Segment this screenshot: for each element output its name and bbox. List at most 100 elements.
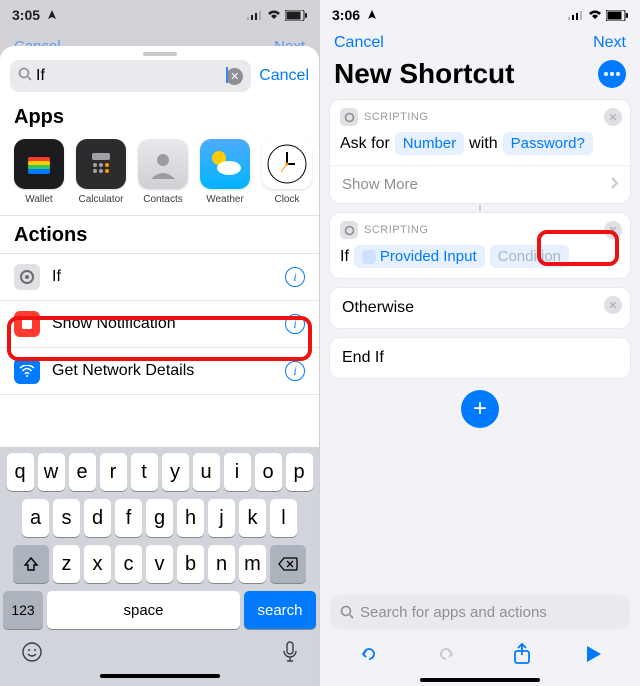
- action-card-endif[interactable]: End If: [330, 338, 630, 378]
- key-m[interactable]: m: [239, 545, 266, 583]
- info-icon[interactable]: i: [285, 314, 305, 334]
- home-indicator[interactable]: [420, 678, 540, 682]
- key-j[interactable]: j: [208, 499, 235, 537]
- search-field[interactable]: Search for apps and actions: [330, 595, 630, 629]
- emoji-key[interactable]: [21, 641, 43, 668]
- numbers-key[interactable]: 123: [3, 591, 43, 629]
- key-s[interactable]: s: [53, 499, 80, 537]
- key-n[interactable]: n: [208, 545, 235, 583]
- token-number[interactable]: Number: [395, 132, 464, 155]
- shift-key[interactable]: [13, 545, 49, 583]
- notification-icon: [14, 311, 40, 337]
- keyboard-row-4: 123 space search: [3, 591, 316, 629]
- action-card-if[interactable]: ✕ SCRIPTING If Provided Input Condition: [330, 213, 630, 278]
- action-card-ask[interactable]: ✕ SCRIPTING Ask for Number with Password…: [330, 100, 630, 203]
- contacts-icon: [138, 139, 188, 189]
- key-b[interactable]: b: [177, 545, 204, 583]
- key-d[interactable]: d: [84, 499, 111, 537]
- sheet-handle[interactable]: [143, 52, 177, 56]
- token-password[interactable]: Password?: [503, 132, 593, 155]
- apps-row: Wallet Calculator Contacts Weather: [0, 135, 319, 215]
- key-g[interactable]: g: [146, 499, 173, 537]
- share-button[interactable]: [513, 643, 531, 670]
- search-key[interactable]: search: [244, 591, 316, 629]
- info-icon[interactable]: i: [285, 267, 305, 287]
- key-r[interactable]: r: [100, 453, 127, 491]
- gear-icon: [340, 221, 358, 239]
- close-icon[interactable]: ✕: [604, 296, 622, 314]
- keyboard-row-3: z x c v b n m: [3, 545, 316, 583]
- key-u[interactable]: u: [193, 453, 220, 491]
- app-weather[interactable]: Weather: [200, 139, 250, 205]
- key-i[interactable]: i: [224, 453, 251, 491]
- nav-bar: Cancel Next: [320, 30, 640, 58]
- key-a[interactable]: a: [22, 499, 49, 537]
- status-bar: 3:06: [320, 0, 640, 30]
- signal-icon: [568, 10, 584, 20]
- cancel-button[interactable]: Cancel: [259, 67, 309, 85]
- action-show-notification[interactable]: Show Notification i: [0, 301, 319, 348]
- right-screenshot: 3:06 Cancel Next New Shortcut ✕ SCRIPTIN…: [320, 0, 640, 686]
- key-c[interactable]: c: [115, 545, 142, 583]
- status-time: 3:06: [332, 7, 377, 23]
- key-h[interactable]: h: [177, 499, 204, 537]
- next-button[interactable]: Next: [593, 34, 626, 52]
- search-icon: [18, 67, 32, 86]
- key-t[interactable]: t: [131, 453, 158, 491]
- chevron-right-icon: [610, 176, 618, 193]
- more-button[interactable]: [598, 60, 626, 88]
- key-v[interactable]: v: [146, 545, 173, 583]
- cancel-button[interactable]: Cancel: [334, 34, 384, 52]
- keyboard-footer: [3, 637, 316, 668]
- keyboard-row-2: a s d f g h j k l: [3, 499, 316, 537]
- app-wallet[interactable]: Wallet: [14, 139, 64, 205]
- key-w[interactable]: w: [38, 453, 65, 491]
- home-indicator[interactable]: [100, 674, 220, 678]
- add-action-button[interactable]: +: [461, 390, 499, 428]
- apps-heading: Apps: [0, 100, 319, 135]
- action-if[interactable]: If i: [0, 254, 319, 301]
- clock-icon: [262, 139, 312, 189]
- key-k[interactable]: k: [239, 499, 266, 537]
- search-sheet: If ✕ Cancel Apps Wallet Calculator: [0, 46, 319, 686]
- actions-heading: Actions: [0, 215, 319, 253]
- wallet-icon: [14, 139, 64, 189]
- app-contacts[interactable]: Contacts: [138, 139, 188, 205]
- show-more[interactable]: Show More: [330, 165, 630, 203]
- workflow: ✕ SCRIPTING Ask for Number with Password…: [320, 100, 640, 428]
- weather-icon: [200, 139, 250, 189]
- undo-button[interactable]: [358, 643, 380, 670]
- key-o[interactable]: o: [255, 453, 282, 491]
- token-condition[interactable]: Condition: [490, 245, 569, 268]
- key-q[interactable]: q: [7, 453, 34, 491]
- clear-icon[interactable]: ✕: [226, 68, 243, 85]
- key-x[interactable]: x: [84, 545, 111, 583]
- calculator-icon: [76, 139, 126, 189]
- search-icon: [340, 605, 354, 619]
- close-icon[interactable]: ✕: [604, 221, 622, 239]
- wifi-icon: [588, 10, 602, 20]
- app-clock[interactable]: Clock: [262, 139, 312, 205]
- app-calculator[interactable]: Calculator: [76, 139, 126, 205]
- backspace-key[interactable]: [270, 545, 306, 583]
- wifi-icon: [14, 358, 40, 384]
- battery-icon: [606, 10, 628, 21]
- key-f[interactable]: f: [115, 499, 142, 537]
- space-key[interactable]: space: [47, 591, 240, 629]
- run-button[interactable]: [586, 645, 602, 668]
- redo-button[interactable]: [435, 643, 457, 670]
- token-provided-input[interactable]: Provided Input: [354, 245, 485, 268]
- gear-icon: [340, 108, 358, 126]
- key-p[interactable]: p: [286, 453, 313, 491]
- search-input[interactable]: If ✕: [10, 60, 251, 92]
- key-z[interactable]: z: [53, 545, 80, 583]
- close-icon[interactable]: ✕: [604, 108, 622, 126]
- action-card-otherwise[interactable]: ✕ Otherwise: [330, 288, 630, 328]
- mic-key[interactable]: [282, 641, 298, 668]
- status-icons: [568, 10, 628, 21]
- info-icon[interactable]: i: [285, 361, 305, 381]
- key-y[interactable]: y: [162, 453, 189, 491]
- key-l[interactable]: l: [270, 499, 297, 537]
- action-network-details[interactable]: Get Network Details i: [0, 348, 319, 395]
- key-e[interactable]: e: [69, 453, 96, 491]
